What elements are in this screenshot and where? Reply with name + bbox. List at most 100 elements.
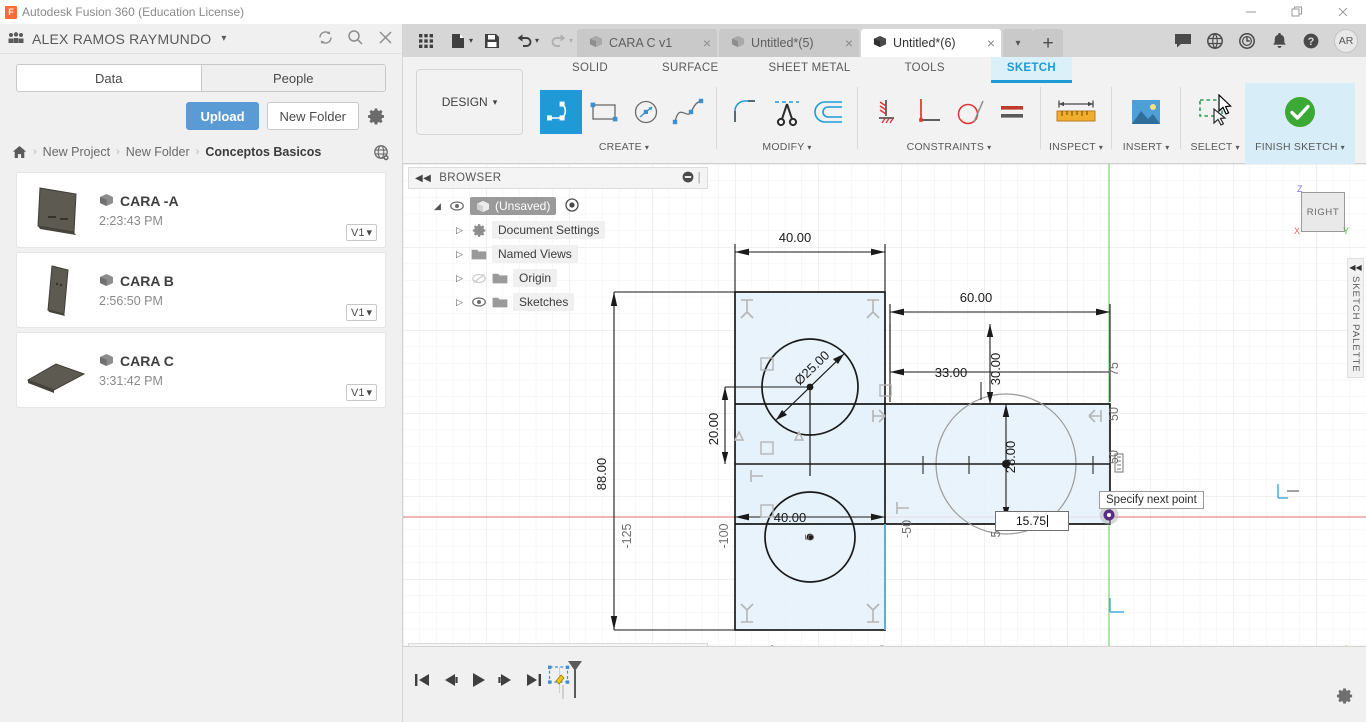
doc-tab-untitled-5[interactable]: Untitled*(5) × <box>719 29 860 57</box>
upload-button[interactable]: Upload <box>186 102 259 130</box>
version-badge[interactable]: V1 ▾ <box>346 304 377 321</box>
finish-sketch-button[interactable]: FINISH SKETCH ▾ <box>1245 83 1355 164</box>
breadcrumb-item-current[interactable]: Conceptos Basicos <box>205 145 321 159</box>
fix-constraint-icon[interactable] <box>866 90 906 134</box>
globe-icon[interactable] <box>1200 27 1230 55</box>
equal-icon[interactable] <box>992 90 1032 134</box>
expand-triangle-icon[interactable]: ▷ <box>453 225 466 236</box>
tree-label[interactable]: (Unsaved) <box>470 197 557 215</box>
version-badge[interactable]: V1 ▾ <box>346 384 377 401</box>
collapse-right-icon[interactable]: ◀◀ <box>1349 263 1361 272</box>
eye-off-icon[interactable] <box>471 273 487 284</box>
fillet-icon[interactable] <box>725 90 765 134</box>
expand-triangle-icon[interactable]: ◢ <box>431 201 444 212</box>
clock-icon[interactable] <box>1232 27 1262 55</box>
rectangle-icon[interactable] <box>584 90 624 134</box>
ribbon-tab-sheet-metal[interactable]: SHEET METAL <box>752 57 866 83</box>
minimize-button[interactable] <box>1228 0 1274 24</box>
circle-icon[interactable] <box>626 90 666 134</box>
help-icon[interactable]: ? <box>1296 27 1326 55</box>
chevron-down-icon[interactable]: ▾ <box>535 36 539 45</box>
skip-to-start-icon[interactable] <box>413 672 431 688</box>
save-icon[interactable] <box>477 27 507 55</box>
version-badge[interactable]: V1 ▾ <box>346 224 377 241</box>
new-folder-button[interactable]: New Folder <box>266 102 359 130</box>
step-back-icon[interactable] <box>441 672 459 688</box>
close-icon[interactable]: × <box>979 35 995 51</box>
new-tab-button[interactable]: + <box>1033 29 1064 57</box>
globe-icon[interactable] <box>373 144 390 161</box>
home-icon[interactable] <box>12 145 27 159</box>
ribbon-tab-surface[interactable]: SURFACE <box>646 57 734 83</box>
play-icon[interactable] <box>469 671 487 689</box>
ribbon-tab-sketch[interactable]: SKETCH <box>990 57 1072 83</box>
view-cube[interactable]: RIGHT Z Y X <box>1293 182 1353 242</box>
eye-icon[interactable] <box>471 297 487 307</box>
step-forward-icon[interactable] <box>497 672 515 688</box>
line-icon[interactable] <box>540 90 582 134</box>
search-icon[interactable] <box>347 29 364 49</box>
eye-icon[interactable] <box>449 201 465 211</box>
expand-triangle-icon[interactable]: ▷ <box>453 273 466 284</box>
tab-data[interactable]: Data <box>17 65 202 91</box>
dimension-input[interactable]: 15.75 <box>995 511 1069 531</box>
app-grid-icon[interactable] <box>411 27 441 55</box>
tree-label[interactable]: Origin <box>513 269 558 287</box>
chevron-down-icon[interactable]: ▾ <box>221 33 226 44</box>
user-name[interactable]: ALEX RAMOS RAYMUNDO <box>32 31 211 47</box>
expand-triangle-icon[interactable]: ▷ <box>453 297 466 308</box>
spline-icon[interactable] <box>668 90 708 134</box>
chevron-down-icon[interactable]: ▾ <box>469 36 473 45</box>
close-button[interactable] <box>1320 0 1366 24</box>
chevron-down-icon[interactable]: ▾ <box>569 36 573 45</box>
expand-triangle-icon[interactable]: ▷ <box>453 249 466 260</box>
tree-row-named-views[interactable]: ▷ Named Views <box>421 242 701 266</box>
minus-circle-icon[interactable] <box>682 171 694 186</box>
comment-icon[interactable] <box>1168 27 1198 55</box>
avatar[interactable]: AR <box>1334 28 1358 53</box>
workspace-switcher[interactable]: DESIGN ▾ <box>416 69 523 135</box>
panel-resize-handle[interactable]: | <box>698 172 701 184</box>
insert-image-icon[interactable] <box>1120 90 1172 134</box>
gear-icon[interactable] <box>367 107 386 126</box>
tree-row-origin[interactable]: ▷ Origin <box>421 266 701 290</box>
skip-to-end-icon[interactable] <box>525 672 543 688</box>
list-item[interactable]: CARA -A 2:23:43 PM V1 ▾ <box>16 172 386 248</box>
refresh-icon[interactable] <box>317 29 334 49</box>
list-item[interactable]: CARA B 2:56:50 PM V1 ▾ <box>16 252 386 328</box>
collapse-left-icon[interactable]: ◀◀ <box>415 173 431 184</box>
notifications-icon[interactable] <box>1264 27 1294 55</box>
offset-icon[interactable] <box>809 90 849 134</box>
tree-row-document-settings[interactable]: ▷ Document Settings <box>421 218 701 242</box>
close-icon[interactable]: × <box>837 35 853 51</box>
measure-icon[interactable] <box>1050 90 1102 134</box>
tab-people[interactable]: People <box>201 65 385 91</box>
dim-40-lower: 40.00 <box>774 510 807 525</box>
doc-tab-untitled-6[interactable]: Untitled*(6) × <box>861 29 1002 57</box>
breadcrumb-item-folder[interactable]: New Folder <box>126 145 190 159</box>
list-item[interactable]: CARA C 3:31:42 PM V1 ▾ <box>16 332 386 408</box>
ribbon-group-constraints: CONSTRAINTS ▾ <box>862 83 1036 164</box>
perpendicular-icon[interactable] <box>908 90 948 134</box>
tab-overflow-button[interactable]: ▾ <box>1003 29 1034 57</box>
tangent-icon[interactable] <box>950 90 990 134</box>
maximize-button[interactable] <box>1274 0 1320 24</box>
gear-icon[interactable] <box>1336 687 1354 708</box>
breadcrumb-item-project[interactable]: New Project <box>43 145 110 159</box>
timeline-feature-sketch[interactable] <box>548 661 588 708</box>
close-panel-icon[interactable] <box>377 29 394 49</box>
tree-label[interactable]: Named Views <box>492 245 578 263</box>
doc-tab-cara-c[interactable]: CARA C v1 × <box>577 29 718 57</box>
tree-row-sketches[interactable]: ▷ Sketches <box>421 290 701 314</box>
trim-scissors-icon[interactable] <box>767 90 807 134</box>
chevron-down-icon: ▾ <box>1340 142 1345 152</box>
radio-icon[interactable] <box>565 197 580 215</box>
ribbon-tab-tools[interactable]: TOOLS <box>889 57 961 83</box>
tree-row-unsaved[interactable]: ◢ (Unsaved) <box>421 194 701 218</box>
ribbon-tab-solid[interactable]: SOLID <box>556 57 624 83</box>
sketch-palette-tab[interactable]: ◀◀ SKETCH PALETTE <box>1347 258 1364 378</box>
tree-label[interactable]: Sketches <box>513 293 575 311</box>
sketch-canvas[interactable]: 40.00 60.00 33.00 40.00 88.00 20.00 30.0… <box>403 164 1366 670</box>
tree-label[interactable]: Document Settings <box>492 221 606 239</box>
close-icon[interactable]: × <box>695 35 711 51</box>
